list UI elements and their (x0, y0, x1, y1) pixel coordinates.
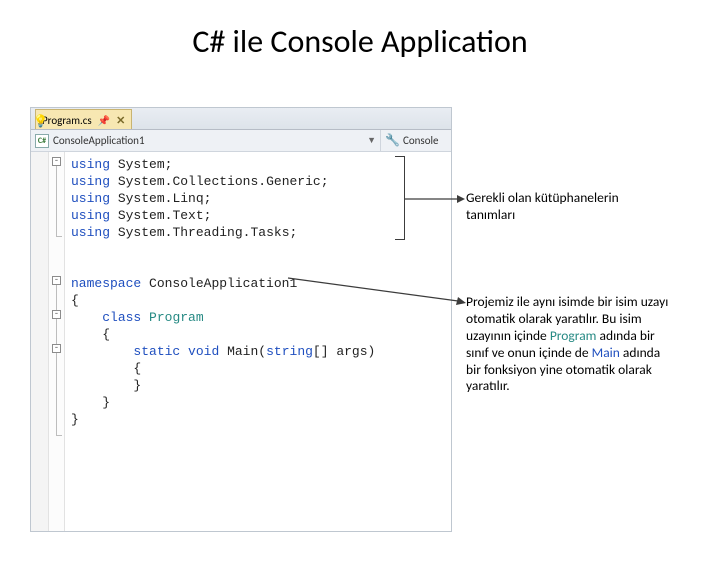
csharp-icon: C# (35, 134, 49, 148)
bracket-annotation (395, 156, 405, 240)
code-editor[interactable]: 💡 - - - - using System; using System.Col… (31, 152, 451, 531)
wrench-icon: 🔧 (385, 133, 400, 148)
chevron-down-icon: ▼ (367, 135, 376, 146)
lightbulb-icon[interactable]: 💡 (33, 114, 48, 131)
callout-namespace: Projemiz ile aynı isimde bir isim uzayı … (466, 294, 678, 395)
arrow-annotation (405, 198, 465, 200)
file-tab[interactable]: Program.cs 📌 ✕ (35, 109, 132, 129)
pin-icon[interactable]: 📌 (98, 114, 110, 127)
fold-toggle[interactable]: - (52, 310, 61, 319)
navigation-bar: C# ConsoleApplication1 ▼ 🔧 Console (31, 130, 451, 152)
fold-toggle[interactable]: - (52, 276, 61, 285)
slide-title: C# ile Console Application (0, 22, 720, 61)
tab-filename: Program.cs (42, 114, 92, 127)
tab-bar: Program.cs 📌 ✕ (31, 108, 451, 130)
code-content: using System; using System.Collections.G… (65, 152, 375, 531)
gutter-indicators: 💡 (31, 152, 49, 531)
ide-screenshot: Program.cs 📌 ✕ C# ConsoleApplication1 ▼ … (30, 107, 452, 532)
nav-member-name: Console (403, 134, 439, 147)
fold-toggle[interactable]: - (52, 344, 61, 353)
gutter-folding: - - - - (49, 152, 65, 531)
fold-toggle[interactable]: - (52, 157, 61, 166)
nav-project-name: ConsoleApplication1 (53, 134, 145, 147)
nav-member-dropdown[interactable]: 🔧 Console (381, 133, 451, 148)
close-icon[interactable]: ✕ (116, 114, 125, 127)
arrow-annotation (288, 276, 466, 304)
callout-libraries: Gerekli olan kütüphanelerin tanımları (466, 190, 626, 224)
nav-project-dropdown[interactable]: C# ConsoleApplication1 ▼ (31, 130, 381, 151)
